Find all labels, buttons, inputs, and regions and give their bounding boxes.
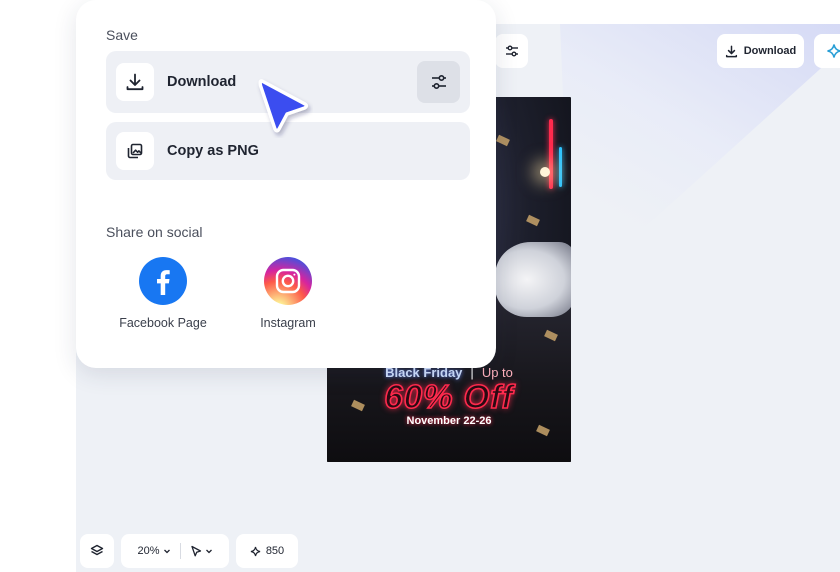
download-option-label: Download [167,74,237,90]
sparkle-icon [250,546,261,556]
poster-dates: November 22-26 [406,415,492,427]
chevron-down-icon [163,549,170,554]
zoom-dropdown[interactable]: 20% [137,545,170,557]
copy-option-label: Copy as PNG [167,143,259,159]
chevron-down-icon [205,549,212,554]
poster-headline: 60% Off [384,377,514,416]
zoom-pointer-group: 20% [121,534,229,568]
download-option-icon-box [116,63,154,101]
adjust-button[interactable] [495,34,528,68]
credits-count: 850 [265,545,285,557]
layers-button[interactable] [80,534,114,568]
facebook-f-glyph [157,270,170,295]
share-section-title: Share on social [106,224,203,240]
poster-neon-sign [559,147,562,187]
poster-confetti [526,214,540,227]
download-settings-button[interactable] [417,61,460,103]
instagram-icon [264,257,312,305]
instagram-label: Instagram [260,316,316,330]
sparkle-icon [827,44,840,58]
sliders-icon [431,74,446,90]
poster-neon-sign [549,119,553,189]
facebook-icon [139,257,187,305]
ai-tools-button[interactable] [814,34,840,68]
poster-street-lamp [540,167,550,177]
pointer-icon [190,545,201,557]
zoom-divider [179,543,181,559]
share-facebook-button[interactable]: Facebook Page [118,257,208,331]
pointer-mode-dropdown[interactable] [190,545,213,557]
credits-button[interactable]: 850 [236,534,298,568]
poster-confetti [496,134,510,147]
download-icon [725,45,737,57]
poster-sneaker [495,242,571,317]
sliders-icon [505,45,518,57]
facebook-label: Facebook Page [119,316,207,330]
copy-option-icon-box [116,132,154,170]
zoom-level: 20% [137,545,160,557]
share-instagram-button[interactable]: Instagram [243,257,333,331]
pointer-cursor-icon [258,79,309,133]
download-button[interactable]: Download [717,34,804,68]
download-button-label: Download [743,45,797,57]
copy-image-icon [127,143,143,159]
save-share-popup: Save Download Copy as PNG Share on socia… [76,0,496,368]
top-strip [490,0,840,24]
save-section-title: Save [106,27,138,43]
download-icon [126,73,144,91]
layers-icon [90,544,104,556]
instagram-glyph [275,268,301,294]
